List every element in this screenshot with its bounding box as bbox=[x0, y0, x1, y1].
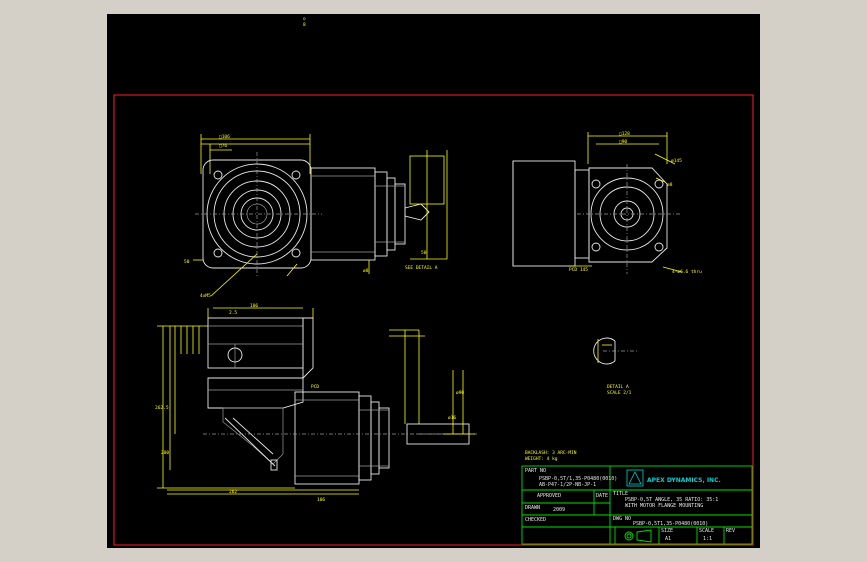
drawn-value: 2009 bbox=[553, 507, 565, 513]
label-scale: SCALE bbox=[699, 528, 714, 534]
svg-text:ø16: ø16 bbox=[448, 415, 456, 421]
label-part-no: PART NO bbox=[525, 468, 546, 474]
svg-text:50: 50 bbox=[184, 259, 190, 265]
label-approved: APPROVED bbox=[537, 493, 561, 499]
detail-a-label: DETAIL A bbox=[607, 384, 629, 390]
notes: BACKLASH: 3 ARC-MIN WEIGHT: 4 kg bbox=[525, 450, 577, 462]
svg-text:□76: □76 bbox=[219, 143, 227, 149]
svg-text:ø90: ø90 bbox=[456, 390, 464, 396]
detail-a-scale: SCALE 2/1 bbox=[607, 390, 632, 396]
svg-text:□90: □90 bbox=[619, 139, 627, 145]
svg-text:200: 200 bbox=[161, 450, 169, 456]
svg-text:ø8: ø8 bbox=[667, 182, 673, 188]
projection-symbol-icon bbox=[624, 531, 634, 541]
svg-text:50: 50 bbox=[421, 250, 427, 256]
note-backlash: BACKLASH: 3 ARC-MIN bbox=[525, 450, 577, 456]
svg-text:262: 262 bbox=[229, 489, 237, 495]
svg-text:4-ø6.6 thru: 4-ø6.6 thru bbox=[672, 269, 702, 275]
svg-text:o: o bbox=[303, 17, 306, 22]
part-name-line2: AB-P47-1/2P-NB-JP-1 bbox=[539, 482, 596, 488]
svg-text:262.5: 262.5 bbox=[155, 405, 169, 411]
label-date: DATE bbox=[596, 493, 608, 499]
svg-text:106: 106 bbox=[317, 497, 325, 503]
svg-text:PCD 145: PCD 145 bbox=[569, 267, 588, 273]
size-value: A1 bbox=[665, 536, 671, 542]
svg-text:ø8: ø8 bbox=[363, 268, 369, 274]
section-view: 262.5 200 106 2.5 ø90 ø16 PCD 262 106 bbox=[155, 303, 477, 503]
note-weight: WEIGHT: 4 kg bbox=[525, 456, 558, 462]
cad-drawing-canvas[interactable]: o 8 4xM5 50 □106 □76 50 SEE DETAIL A ø8 … bbox=[107, 14, 760, 548]
detail-a: DETAIL A SCALE 2/1 bbox=[593, 337, 639, 396]
svg-text:PCD: PCD bbox=[311, 384, 319, 390]
label-checked: CHECKED bbox=[525, 517, 546, 523]
label-drawn: DRAWN bbox=[525, 505, 540, 511]
svg-text:ø145: ø145 bbox=[671, 158, 682, 164]
svg-text:□106: □106 bbox=[219, 134, 230, 140]
side-view: □128 □90 ø145 4-ø6.6 thru PCD 145 ø8 bbox=[512, 131, 702, 275]
label-dwg-no: DWG NO bbox=[613, 516, 631, 522]
title-line2: WITH MOTOR FLANGE MOUNTING bbox=[625, 503, 703, 509]
scale-value: 1:1 bbox=[703, 536, 712, 542]
drawing-number: PSBP-0,5T1,35-P0480(0010) bbox=[633, 521, 708, 527]
cad-drawing: o 8 4xM5 50 □106 □76 50 SEE DETAIL A ø8 … bbox=[113, 17, 754, 546]
title-block: PART NO PSBP-0,5T/1,35-P0480(0010) AB-P4… bbox=[521, 465, 753, 545]
origin-marker: o 8 bbox=[303, 17, 306, 28]
svg-text:106: 106 bbox=[250, 303, 258, 309]
svg-text:8: 8 bbox=[303, 22, 306, 28]
svg-text:SEE DETAIL A: SEE DETAIL A bbox=[405, 265, 438, 271]
svg-text:□128: □128 bbox=[619, 131, 630, 137]
front-view: 4xM5 50 □106 □76 50 SEE DETAIL A ø8 bbox=[184, 134, 448, 299]
label-size: SIZE bbox=[661, 528, 673, 534]
company-name: APEX DYNAMICS, INC. bbox=[647, 477, 721, 484]
label-rev: REV bbox=[726, 528, 735, 534]
svg-text:2.5: 2.5 bbox=[229, 310, 237, 316]
svg-text:4xM5: 4xM5 bbox=[200, 293, 211, 299]
